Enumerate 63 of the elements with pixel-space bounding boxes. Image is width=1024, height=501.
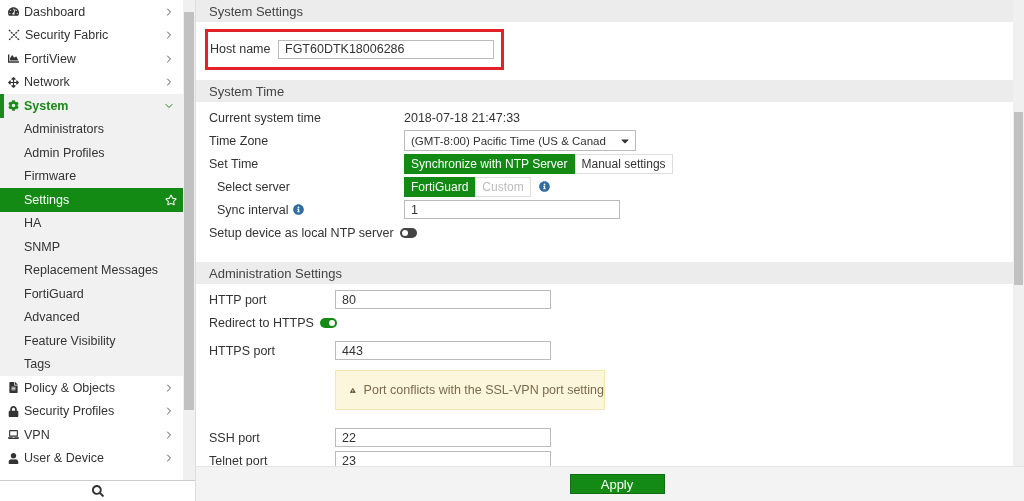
menu-item[interactable]: Network — [0, 70, 184, 94]
menu-item[interactable]: Security Fabric — [0, 23, 184, 47]
scrollbar-thumb[interactable] — [184, 12, 194, 410]
toggle-switch[interactable] — [319, 317, 337, 328]
area-chart-icon — [8, 53, 19, 65]
option-button[interactable]: Synchronize with NTP Server — [404, 153, 575, 174]
crossed-lines-icon — [8, 29, 20, 42]
submenu-item[interactable]: Admin Profiles — [0, 141, 184, 165]
text-field[interactable]: 443 — [335, 341, 551, 360]
option-button[interactable]: FortiGuard — [404, 176, 476, 197]
submenu-item[interactable]: Feature Visibility — [0, 329, 184, 353]
menu-item[interactable]: FortiView — [0, 47, 184, 71]
submenu-item[interactable]: Settings — [0, 188, 184, 212]
text-field[interactable]: 80 — [335, 290, 551, 309]
menu-item[interactable]: User & Device — [0, 446, 184, 470]
submenu-item[interactable]: HA — [0, 211, 184, 235]
option-button[interactable]: Manual settings — [574, 153, 673, 174]
text-field[interactable]: 22 — [335, 428, 551, 447]
search-icon — [91, 485, 104, 497]
menu-item[interactable]: VPN — [0, 423, 184, 447]
submenu-item[interactable]: Advanced — [0, 305, 184, 329]
info-icon[interactable] — [292, 204, 304, 215]
toggle-switch[interactable] — [399, 227, 417, 238]
text-field[interactable]: 23 — [335, 451, 551, 466]
submenu-item[interactable]: FortiGuard — [0, 282, 184, 306]
user-icon — [8, 452, 19, 464]
field-label: Redirect to HTTPS — [209, 315, 314, 330]
menu-item[interactable]: Security Profiles — [0, 399, 184, 423]
submenu-item[interactable]: Administrators — [0, 117, 184, 141]
value-text: 2018-07-18 21:47:33 — [404, 110, 521, 125]
field-label: SSH port — [209, 430, 260, 445]
field-label: Setup device as local NTP server — [209, 225, 394, 240]
laptop-icon — [8, 429, 19, 441]
submenu-item[interactable]: Firmware — [0, 164, 184, 188]
submenu-item[interactable]: SNMP — [0, 235, 184, 259]
gear-icon — [8, 100, 19, 112]
submenu-item[interactable]: Replacement Messages — [0, 258, 184, 282]
lock-icon — [8, 405, 19, 417]
field-label: Select server — [217, 179, 290, 194]
star-icon[interactable] — [165, 193, 178, 206]
gauge-icon — [8, 6, 19, 18]
apply-button[interactable]: Apply — [569, 474, 665, 494]
timezone-dropdown[interactable]: (GMT-8:00) Pacific Time (US & Canad — [404, 130, 636, 151]
document-icon — [8, 382, 19, 394]
menu-item[interactable]: Policy & Objects — [0, 376, 184, 400]
section-header: System Settings — [196, 0, 1013, 22]
field-label: HTTPS port — [209, 343, 275, 358]
warning-text: Port conflicts with the SSL-VPN port setting — [363, 383, 604, 397]
section-header: System Time — [196, 80, 1013, 102]
field-label: Set Time — [209, 156, 259, 171]
section-header: Administration Settings — [196, 262, 1013, 284]
text-field[interactable]: FGT60DTK18006286 — [278, 39, 494, 59]
info-icon[interactable] — [538, 181, 550, 192]
menu-item[interactable]: Dashboard — [0, 0, 184, 24]
field-label: HTTP port — [209, 292, 267, 307]
scrollbar-thumb[interactable] — [1014, 112, 1023, 285]
field-label: Time Zone — [209, 133, 269, 148]
field-label: Current system time — [209, 110, 321, 125]
field-label: Sync interval — [217, 202, 289, 217]
text-field[interactable]: 1 — [404, 200, 620, 219]
submenu-item[interactable]: Tags — [0, 352, 184, 376]
move-arrows-icon — [8, 76, 19, 88]
field-label: Host name — [210, 42, 271, 56]
